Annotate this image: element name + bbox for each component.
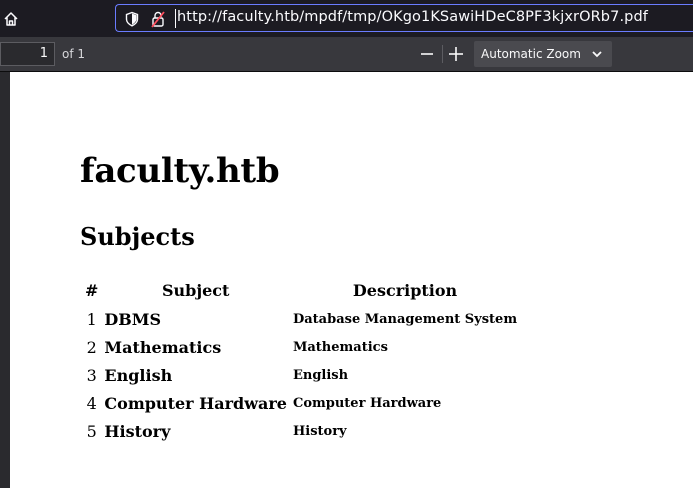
row-description: English [292,367,349,383]
row-description: History [292,423,347,439]
column-header-description: Description [352,280,458,300]
zoom-select-value: Automatic Zoom [481,47,581,61]
browser-toolbar: http://faculty.htb/mpdf/tmp/OKgo1KSawiHD… [0,0,693,37]
row-description: Computer Hardware [292,395,442,411]
row-description: Database Management System [292,311,518,327]
table-row: 3 English English [82,361,520,389]
row-subject: DBMS [104,309,162,329]
page-number-input[interactable]: 1 [0,42,55,66]
table-row: 5 History History [82,417,520,445]
table-row: 1 DBMS Database Management System [82,305,520,333]
row-subject: Mathematics [104,337,222,357]
row-number: 4 [86,393,97,413]
row-number: 3 [86,365,97,385]
table-header-row: # Subject Description [82,277,520,305]
pdf-toolbar: 1 of 1 Automatic Zoom [0,37,693,72]
row-number: 5 [86,421,97,441]
row-subject: History [104,421,171,441]
page-count-label: of 1 [62,47,86,61]
document-title: faculty.htb [80,151,280,191]
text-cursor [175,9,176,28]
row-number: 2 [86,337,97,357]
row-number: 1 [86,309,97,329]
row-subject: Computer Hardware [104,393,287,413]
pdf-viewer[interactable]: faculty.htb Subjects # Subject Descripti… [0,72,693,488]
section-heading: Subjects [80,222,195,251]
row-subject: English [104,365,173,385]
pdf-page: faculty.htb Subjects # Subject Descripti… [10,72,693,488]
lock-icon[interactable] [150,10,166,28]
chevron-down-icon [592,51,602,58]
column-header-number: # [85,280,99,300]
zoom-out-icon[interactable] [416,43,438,65]
toolbar-separator [442,45,443,63]
table-row: 4 Computer Hardware Computer Hardware [82,389,520,417]
url-bar[interactable]: http://faculty.htb/mpdf/tmp/OKgo1KSawiHD… [115,4,693,32]
home-icon [4,12,18,26]
shield-icon[interactable] [124,11,140,27]
subjects-table: # Subject Description 1 DBMS Database Ma… [82,277,520,445]
home-button[interactable] [0,6,22,32]
row-description: Mathematics [292,339,388,355]
column-header-subject: Subject [161,280,230,300]
zoom-in-icon[interactable] [445,43,467,65]
table-row: 2 Mathematics Mathematics [82,333,520,361]
zoom-select[interactable]: Automatic Zoom [474,41,612,67]
url-text[interactable]: http://faculty.htb/mpdf/tmp/OKgo1KSawiHD… [177,9,648,25]
